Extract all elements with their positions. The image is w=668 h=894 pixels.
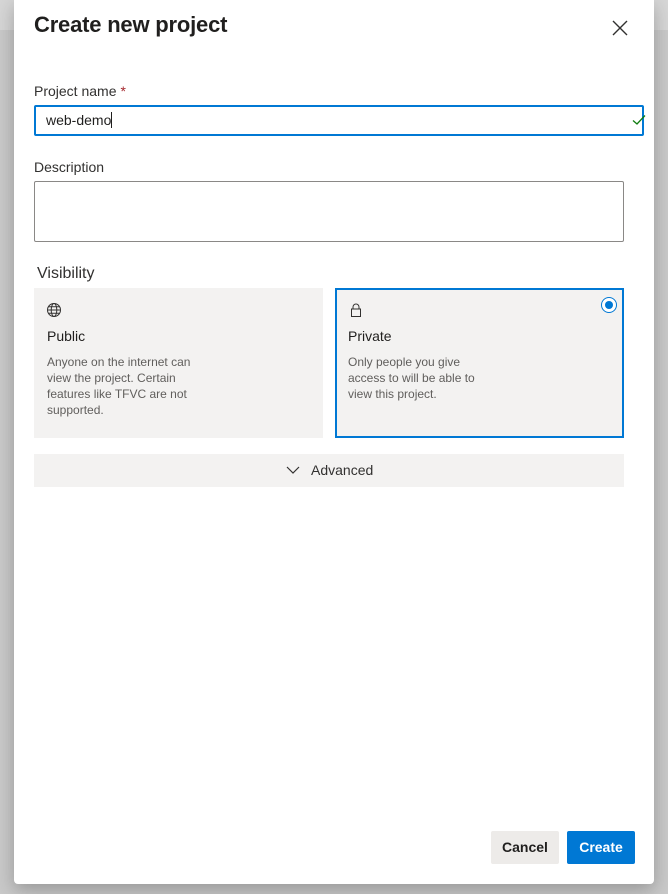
- required-marker: *: [120, 83, 126, 99]
- text-caret: [111, 112, 113, 128]
- close-button[interactable]: [608, 16, 632, 40]
- private-description: Only people you give access to will be a…: [348, 355, 475, 401]
- project-name-value: web-demo: [46, 112, 112, 128]
- lock-icon: [351, 303, 361, 317]
- create-button[interactable]: Create: [567, 831, 635, 864]
- checkmark-icon: [632, 115, 646, 125]
- create-project-dialog: Create new project Project name * web-dem…: [14, 0, 654, 884]
- visibility-label: Visibility: [37, 265, 95, 282]
- advanced-toggle[interactable]: Advanced: [34, 454, 624, 487]
- private-radio-selected[interactable]: [601, 297, 617, 313]
- public-description: Anyone on the internet can view the proj…: [47, 355, 191, 417]
- visibility-option-public[interactable]: Public Anyone on the internet can view t…: [34, 288, 323, 438]
- cancel-button[interactable]: Cancel: [491, 831, 559, 864]
- public-title: Public: [47, 328, 86, 344]
- close-icon: [612, 20, 628, 36]
- description-label: Description: [34, 159, 105, 175]
- chevron-down-icon: [286, 466, 300, 474]
- private-title: Private: [348, 328, 392, 344]
- description-textarea[interactable]: [34, 181, 624, 242]
- radio-dot: [605, 301, 613, 309]
- visibility-option-private[interactable]: Private Only people you give access to w…: [335, 288, 624, 438]
- project-name-label-text: Project name: [34, 83, 117, 99]
- dialog-title: Create new project: [34, 12, 228, 37]
- globe-icon: [47, 303, 61, 317]
- project-name-input[interactable]: web-demo: [34, 105, 644, 136]
- project-name-label: Project name *: [34, 83, 126, 99]
- advanced-label: Advanced: [311, 462, 374, 478]
